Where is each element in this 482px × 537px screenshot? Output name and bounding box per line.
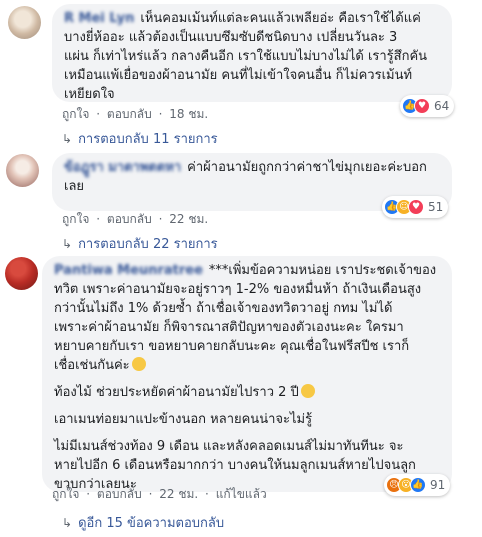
smile-emoji-icon — [131, 357, 146, 371]
love-icon: ♥ — [414, 98, 430, 114]
comment-author[interactable]: Pantiwa Meunratree — [54, 263, 203, 278]
comment-meta: ถูกใจ · ตอบกลับ · 18 ชม. — [62, 105, 211, 124]
comment-author[interactable]: ข้อฎูรา มาตาพตตหา — [64, 160, 181, 175]
reaction-summary[interactable]: 😠 😮 👍 91 — [384, 474, 451, 496]
comment-text-line: เพราะค่าผ้าอนามัย ก็พิจารณาสติปัญหาของตั… — [54, 320, 404, 335]
view-replies-link[interactable]: ↳ การตอบกลับ 22 รายการ — [62, 233, 218, 254]
comment-text-line: เชื่อเช่นกันค่ะ — [54, 358, 130, 373]
separator: · — [148, 487, 153, 501]
comment-text-line: เหยียดใจ — [64, 87, 115, 102]
comment-paragraph: เอาเมนท่อยมาแปะข้างนอก หลายคนน่าจะไม่รู้ — [54, 410, 440, 429]
comment-text-line: ทวิต เพราะค่าอนามัยจะอยู่ราวๆ 1-2% ของหม… — [54, 282, 422, 297]
comment-paragraph: Pantiwa Meunratree ***เพิ่มข้อความหน่อย เ… — [54, 261, 440, 375]
avatar[interactable] — [5, 257, 38, 290]
reply-link[interactable]: ตอบกลับ — [107, 107, 152, 121]
separator: · — [205, 487, 209, 501]
reply-arrow-icon: ↳ — [62, 131, 73, 146]
comment-author[interactable]: R Mei Lyn — [64, 11, 134, 26]
comment-text-line: เหมือนแพ้เยื่อของผ้าอนามัย คนที่ไม่เข้าใ… — [64, 68, 413, 83]
love-icon: ♥ — [408, 199, 424, 215]
reaction-count: 91 — [430, 478, 446, 492]
separator: · — [96, 107, 101, 121]
like-icon: 👍 — [410, 477, 426, 493]
view-replies-label: การตอบกลับ 22 รายการ — [78, 237, 218, 252]
comment-text-line: เห็นคอมเม้นท์แต่ละคนแล้วเพลียอ่ะ คือเราใ… — [140, 11, 421, 26]
separator: · — [86, 487, 91, 501]
comment-text-line: ไม่มีเมนส์ช่วงท้อง 9 เดือน และหลังคลอดเม… — [54, 439, 404, 454]
comment-text-line: หายไปอีก 6 เดือนหรือมากกว่า บางคนให้นมลู… — [54, 458, 416, 473]
comment-meta: ถูกใจ · ตอบกลับ · 22 ชม. · แก้ไขแล้ว — [52, 485, 270, 504]
reply-arrow-icon: ↳ — [62, 515, 73, 530]
comment-bubble: R Mei Lyn เห็นคอมเม้นท์แต่ละคนแล้วเพลียอ่… — [52, 4, 452, 102]
separator: · — [158, 212, 163, 226]
like-link[interactable]: ถูกใจ — [62, 107, 89, 121]
comment-text-line: แผ่น ก็เท่าไหร่แล้ว กลางคืนอีก เราใช้แบบ… — [64, 49, 428, 64]
reaction-count: 51 — [428, 200, 444, 214]
reaction-summary[interactable]: 👍 ♥ 64 — [400, 95, 455, 117]
comment-text-line: บางยี่ห้ออะ แล้วต้องเป็นแบบซึมซับดีชนิดบ… — [64, 30, 398, 45]
reaction-summary[interactable]: 👍 ☺ ♥ 51 — [382, 196, 449, 218]
avatar[interactable] — [8, 6, 41, 39]
timestamp[interactable]: 22 ชม. — [159, 487, 198, 501]
comment-bubble: Pantiwa Meunratree ***เพิ่มข้อความหน่อย เ… — [42, 256, 452, 492]
view-more-replies-link[interactable]: ↳ ดูอีก 15 ข้อความตอบกลับ — [62, 512, 224, 533]
separator: · — [158, 107, 163, 121]
avatar[interactable] — [6, 154, 39, 187]
reaction-count: 64 — [434, 99, 450, 113]
view-replies-link[interactable]: ↳ การตอบกลับ 11 รายการ — [62, 128, 218, 149]
comment-text-line: เอาเมนท่อยมาแปะข้างนอก หลายคนน่าจะไม่รู้ — [54, 412, 313, 427]
separator: · — [96, 212, 101, 226]
reply-link[interactable]: ตอบกลับ — [107, 212, 152, 226]
reply-link[interactable]: ตอบกลับ — [97, 487, 142, 501]
reply-arrow-icon: ↳ — [62, 236, 73, 251]
view-replies-label: การตอบกลับ 11 รายการ — [78, 132, 218, 147]
smirk-emoji-icon — [300, 384, 315, 398]
comment-meta: ถูกใจ · ตอบกลับ · 22 ชม. — [62, 210, 211, 229]
timestamp[interactable]: 22 ชม. — [169, 212, 208, 226]
comment-text-line: ***เพิ่มข้อความหน่อย เราประชดเจ้าของ — [208, 263, 437, 278]
comment-text-line: ค่าผ้าอนามัยถูกกว่าค่าชาไข่มุกเยอะค่ะบอก — [187, 160, 427, 175]
comment-paragraph: ท้องไม้ ช่วยประหยัดค่าผ้าอนามัยไปราว 2 ป… — [54, 383, 440, 402]
timestamp[interactable]: 18 ชม. — [169, 107, 208, 121]
comment-text-line: กว่านั้นไม่ถึง 1% ด้วยซ้ำ ถ้าเชื่อเจ้าขอ… — [54, 301, 393, 316]
like-link[interactable]: ถูกใจ — [62, 212, 89, 226]
like-link[interactable]: ถูกใจ — [52, 487, 79, 501]
comment-text-line: เลย — [64, 179, 85, 194]
edited-link[interactable]: แก้ไขแล้ว — [216, 487, 267, 501]
view-replies-label: ดูอีก 15 ข้อความตอบกลับ — [78, 516, 225, 531]
comment-text-line: ท้องไม้ ช่วยประหยัดค่าผ้าอนามัยไปราว 2 ป… — [54, 385, 299, 400]
comment-text-line: หยาบคายกับเรา ขอหยาบคายกลับนะคะ คุณเชื่อ… — [54, 339, 410, 354]
